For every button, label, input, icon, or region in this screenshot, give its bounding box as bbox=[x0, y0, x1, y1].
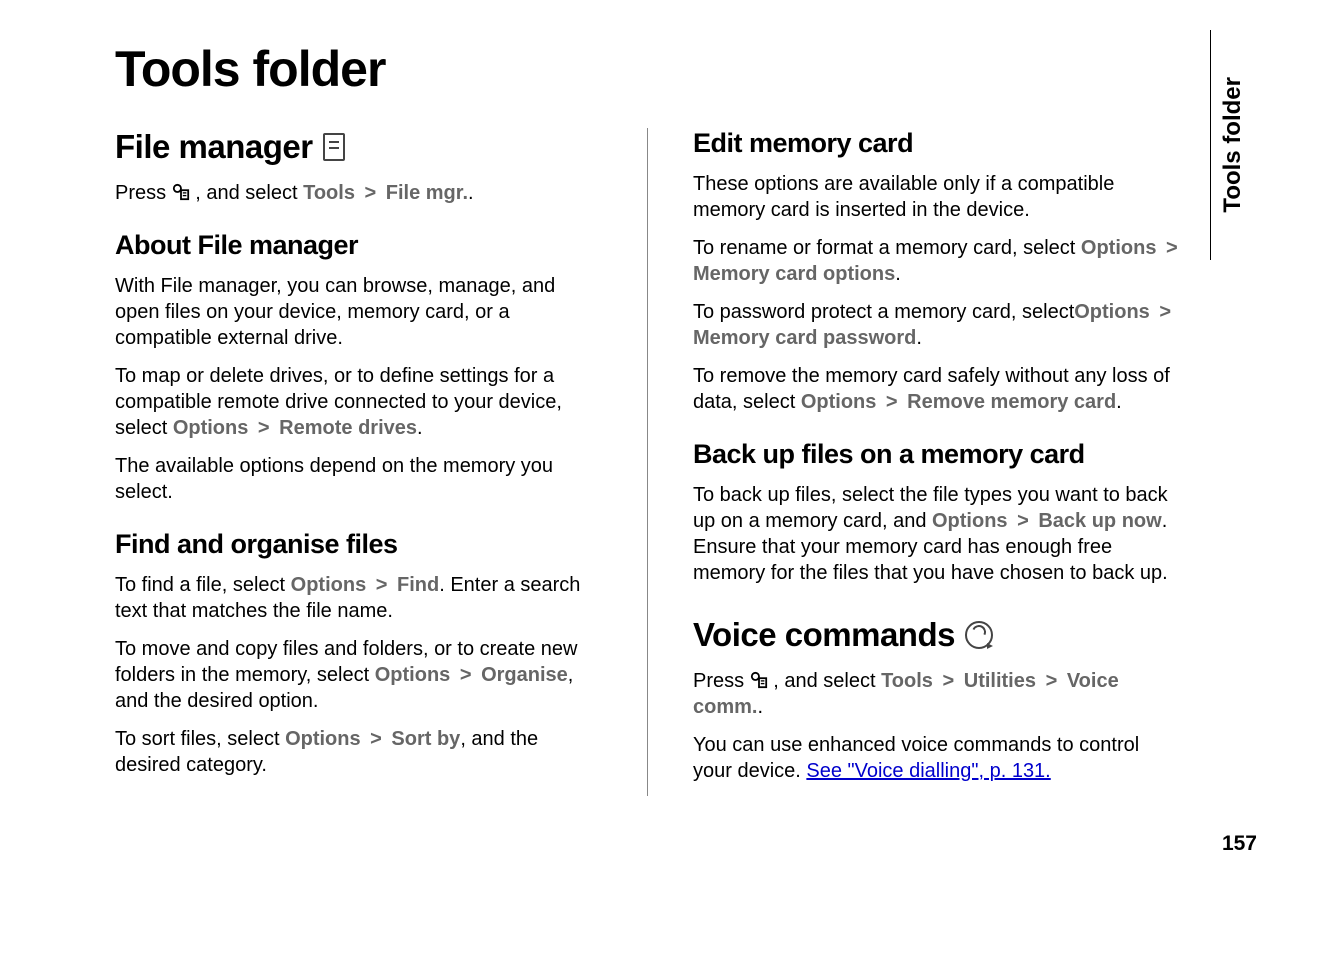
menu-key-icon bbox=[750, 670, 768, 690]
tools-menu-item: Tools bbox=[303, 182, 355, 204]
find-menu-item: Find bbox=[397, 574, 439, 596]
voice-commands-heading: Voice commands bbox=[693, 616, 1180, 654]
file-manager-icon bbox=[323, 133, 345, 161]
voice-open-path: Press , and select Tools > Utilities > V… bbox=[693, 668, 1180, 720]
breadcrumb-separator: > bbox=[1160, 237, 1177, 259]
section-side-tab: Tools folder bbox=[1210, 30, 1252, 260]
file-manager-heading-text: File manager bbox=[115, 128, 313, 166]
breadcrumb-separator: > bbox=[943, 670, 960, 692]
document-page: Tools folder File manager Press , and se… bbox=[0, 0, 1180, 796]
about-p1: With File manager, you can browse, manag… bbox=[115, 273, 602, 351]
find-p2: To move and copy files and folders, or t… bbox=[115, 636, 602, 714]
two-column-layout: File manager Press , and select Tools > … bbox=[115, 128, 1180, 796]
column-divider bbox=[647, 128, 648, 796]
breadcrumb-separator: > bbox=[1046, 670, 1063, 692]
text: . bbox=[895, 263, 901, 285]
options-menu-item: Options bbox=[285, 728, 361, 750]
breadcrumb-separator: > bbox=[880, 391, 903, 413]
memory-card-password-menu-item: Memory card password bbox=[693, 327, 916, 349]
text: To sort files, select bbox=[115, 728, 285, 750]
remote-drives-menu-item: Remote drives bbox=[279, 417, 417, 439]
breadcrumb-separator: > bbox=[370, 574, 393, 596]
page-number: 157 bbox=[1222, 832, 1257, 856]
find-p1: To find a file, select Options > Find. E… bbox=[115, 572, 602, 624]
about-p2: To map or delete drives, or to define se… bbox=[115, 363, 602, 441]
voice-dialling-link[interactable]: See "Voice dialling", p. 131. bbox=[806, 760, 1050, 782]
voice-p2: You can use enhanced voice commands to c… bbox=[693, 732, 1180, 784]
breadcrumb-separator: > bbox=[252, 417, 275, 439]
utilities-menu-item: Utilities bbox=[964, 670, 1036, 692]
sort-by-menu-item: Sort by bbox=[391, 728, 460, 750]
options-menu-item: Options bbox=[375, 664, 451, 686]
text: . bbox=[757, 696, 763, 718]
options-menu-item: Options bbox=[291, 574, 367, 596]
breadcrumb-separator: > bbox=[1154, 301, 1171, 323]
breadcrumb-separator: > bbox=[365, 728, 388, 750]
file-manager-open-path: Press , and select Tools > File mgr.. bbox=[115, 180, 602, 206]
find-organise-heading: Find and organise files bbox=[115, 529, 602, 560]
options-menu-item: Options bbox=[801, 391, 877, 413]
text: . bbox=[468, 182, 474, 204]
options-menu-item: Options bbox=[1081, 237, 1157, 259]
options-menu-item: Options bbox=[173, 417, 249, 439]
about-file-manager-heading: About File manager bbox=[115, 230, 602, 261]
breadcrumb-separator: > bbox=[454, 664, 477, 686]
text: , and select bbox=[195, 182, 303, 204]
edit-p2: To rename or format a memory card, selec… bbox=[693, 235, 1180, 287]
tools-menu-item: Tools bbox=[881, 670, 933, 692]
right-column: Edit memory card These options are avail… bbox=[693, 128, 1180, 796]
side-tab-label: Tools folder bbox=[1211, 72, 1252, 218]
back-up-now-menu-item: Back up now bbox=[1038, 510, 1161, 532]
text: Press bbox=[115, 182, 172, 204]
about-p3: The available options depend on the memo… bbox=[115, 453, 602, 505]
options-menu-item: Options bbox=[932, 510, 1008, 532]
edit-p1: These options are available only if a co… bbox=[693, 171, 1180, 223]
text: . bbox=[417, 417, 423, 439]
text: To rename or format a memory card, selec… bbox=[693, 237, 1081, 259]
page-title: Tools folder bbox=[115, 40, 1180, 98]
text: To find a file, select bbox=[115, 574, 291, 596]
find-p3: To sort files, select Options > Sort by,… bbox=[115, 726, 602, 778]
text: . bbox=[916, 327, 922, 349]
breadcrumb-separator: > bbox=[1012, 510, 1035, 532]
remove-memory-card-menu-item: Remove memory card bbox=[907, 391, 1116, 413]
edit-memory-card-heading: Edit memory card bbox=[693, 128, 1180, 159]
menu-key-icon bbox=[172, 182, 190, 202]
voice-commands-icon bbox=[965, 621, 993, 649]
text: To password protect a memory card, selec… bbox=[693, 301, 1074, 323]
edit-p4: To remove the memory card safely without… bbox=[693, 363, 1180, 415]
file-manager-heading: File manager bbox=[115, 128, 602, 166]
file-mgr-menu-item: File mgr. bbox=[386, 182, 468, 204]
backup-p1: To back up files, select the file types … bbox=[693, 482, 1180, 586]
voice-commands-heading-text: Voice commands bbox=[693, 616, 955, 654]
text: , and select bbox=[773, 670, 881, 692]
backup-heading: Back up files on a memory card bbox=[693, 439, 1180, 470]
memory-card-options-menu-item: Memory card options bbox=[693, 263, 895, 285]
edit-p3: To password protect a memory card, selec… bbox=[693, 299, 1180, 351]
options-menu-item: Options bbox=[1074, 301, 1150, 323]
organise-menu-item: Organise bbox=[481, 664, 568, 686]
text: . bbox=[1116, 391, 1122, 413]
text: Press bbox=[693, 670, 750, 692]
left-column: File manager Press , and select Tools > … bbox=[115, 128, 602, 796]
breadcrumb-separator: > bbox=[365, 182, 382, 204]
